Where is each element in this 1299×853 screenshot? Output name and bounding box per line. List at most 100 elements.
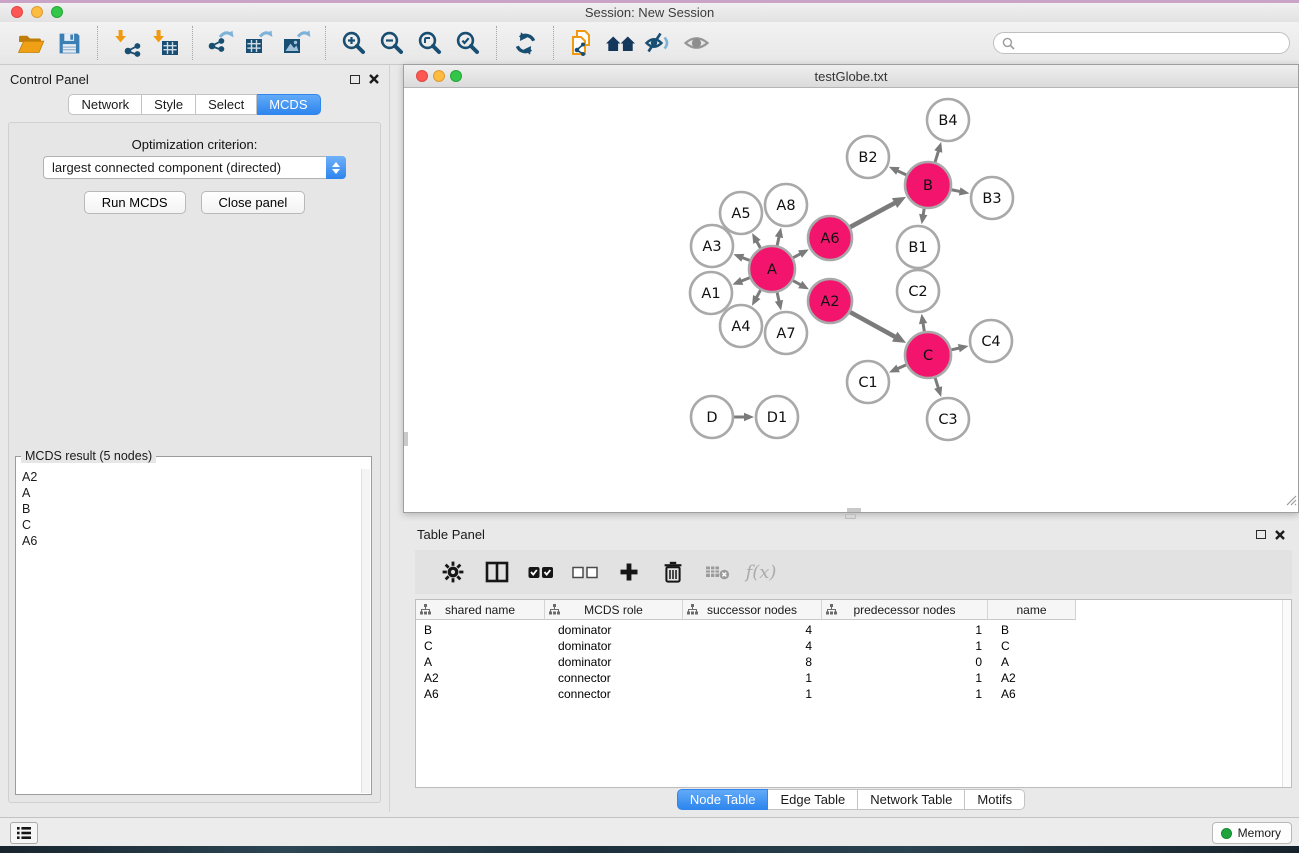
zoom-out-button[interactable]: [373, 25, 411, 61]
delete-column-button[interactable]: [651, 554, 695, 590]
function-builder-button[interactable]: f(x): [739, 554, 783, 590]
node-C1[interactable]: C1: [847, 361, 889, 403]
edge-A-A7[interactable]: [775, 292, 783, 310]
canvas-left-scrollbar[interactable]: [404, 432, 408, 446]
criterion-select[interactable]: largest connected component (directed): [43, 156, 346, 179]
tab-motifs[interactable]: Motifs: [965, 789, 1025, 810]
edge-B-B4[interactable]: [934, 142, 942, 162]
node-A7[interactable]: A7: [765, 312, 807, 354]
cell-name[interactable]: A6: [988, 686, 1076, 702]
select-all-button[interactable]: [519, 554, 563, 590]
node-A4[interactable]: A4: [720, 305, 762, 347]
edge-C-C4[interactable]: [951, 344, 968, 352]
node-A1[interactable]: A1: [690, 272, 732, 314]
column-header-predecessor-nodes[interactable]: predecessor nodes: [822, 600, 988, 620]
cell-successor-nodes[interactable]: 8: [683, 654, 822, 670]
float-panel-icon[interactable]: [350, 75, 360, 84]
splitter-handle[interactable]: [845, 514, 856, 519]
cell-name[interactable]: C: [988, 638, 1076, 654]
hide-panels-button[interactable]: [639, 25, 677, 61]
cell-predecessor-nodes[interactable]: 1: [822, 670, 988, 686]
tab-style[interactable]: Style: [142, 94, 196, 115]
node-C4[interactable]: C4: [970, 320, 1012, 362]
node-B[interactable]: B: [905, 162, 951, 208]
edge-D-D1[interactable]: [734, 413, 754, 421]
zoom-network-button[interactable]: [450, 70, 462, 82]
import-table-button[interactable]: [145, 25, 183, 61]
edge-A6-B[interactable]: [850, 197, 906, 227]
edge-A-A2[interactable]: [793, 281, 809, 290]
cell-successor-nodes[interactable]: 4: [683, 638, 822, 654]
node-B4[interactable]: B4: [927, 99, 969, 141]
edge-A-A8[interactable]: [775, 227, 783, 245]
node-C2[interactable]: C2: [897, 270, 939, 312]
cell-successor-nodes[interactable]: 4: [683, 622, 822, 638]
close-network-button[interactable]: [416, 70, 428, 82]
minimize-window-button[interactable]: [31, 6, 43, 18]
close-window-button[interactable]: [11, 6, 23, 18]
resize-grip-icon[interactable]: [1286, 493, 1297, 511]
cell-name[interactable]: B: [988, 622, 1076, 638]
task-history-button[interactable]: [10, 822, 38, 844]
cell-predecessor-nodes[interactable]: 1: [822, 622, 988, 638]
deselect-all-button[interactable]: [563, 554, 607, 590]
table-scrollbar[interactable]: [1282, 600, 1291, 787]
show-columns-button[interactable]: [475, 554, 519, 590]
node-D1[interactable]: D1: [756, 396, 798, 438]
tab-mcds[interactable]: MCDS: [257, 94, 320, 115]
cell-MCDS-role[interactable]: dominator: [545, 622, 683, 638]
network-canvas[interactable]: B4B2BB3A5A8A6A3B1AC2A1A2A4A7C4CC1DD1C3: [404, 88, 1298, 512]
save-session-button[interactable]: [50, 25, 88, 61]
result-scrollbar[interactable]: [361, 469, 370, 793]
node-A[interactable]: A: [749, 246, 795, 292]
node-C[interactable]: C: [905, 332, 951, 378]
zoom-in-button[interactable]: [335, 25, 373, 61]
edge-C-C3[interactable]: [934, 378, 942, 397]
cell-MCDS-role[interactable]: connector: [545, 686, 683, 702]
table-row[interactable]: A2connector11A2: [416, 670, 1291, 686]
cell-shared-name[interactable]: A: [416, 654, 545, 670]
cell-name[interactable]: A: [988, 654, 1076, 670]
cell-shared-name[interactable]: C: [416, 638, 545, 654]
memory-button[interactable]: Memory: [1212, 822, 1292, 844]
close-mcds-button[interactable]: Close panel: [201, 191, 306, 214]
node-D[interactable]: D: [691, 396, 733, 438]
canvas-bottom-scrollbar[interactable]: [847, 508, 861, 512]
node-B3[interactable]: B3: [971, 177, 1013, 219]
clone-network-button[interactable]: [563, 25, 601, 61]
edge-A-A5[interactable]: [752, 233, 761, 248]
cell-name[interactable]: A2: [988, 670, 1076, 686]
minimize-network-button[interactable]: [433, 70, 445, 82]
edge-B-B3[interactable]: [952, 187, 970, 195]
tab-select[interactable]: Select: [196, 94, 257, 115]
apply-layout-button[interactable]: [506, 25, 544, 61]
node-A8[interactable]: A8: [765, 184, 807, 226]
cell-predecessor-nodes[interactable]: 0: [822, 654, 988, 670]
column-header-name[interactable]: name: [988, 600, 1076, 620]
edge-A-A6[interactable]: [793, 249, 809, 257]
export-image-button[interactable]: [278, 25, 316, 61]
close-panel-icon[interactable]: [1275, 530, 1285, 540]
cell-shared-name[interactable]: B: [416, 622, 545, 638]
result-item[interactable]: B: [22, 501, 360, 517]
float-panel-icon[interactable]: [1256, 530, 1266, 539]
export-network-button[interactable]: [202, 25, 240, 61]
tab-node-table[interactable]: Node Table: [677, 789, 769, 810]
cell-predecessor-nodes[interactable]: 1: [822, 638, 988, 654]
node-B2[interactable]: B2: [847, 136, 889, 178]
show-all-networks-button[interactable]: [601, 25, 639, 61]
export-table-button[interactable]: [240, 25, 278, 61]
zoom-selected-button[interactable]: [449, 25, 487, 61]
add-column-button[interactable]: [607, 554, 651, 590]
cell-shared-name[interactable]: A2: [416, 670, 545, 686]
table-settings-button[interactable]: [431, 554, 475, 590]
node-B1[interactable]: B1: [897, 226, 939, 268]
cell-MCDS-role[interactable]: dominator: [545, 654, 683, 670]
column-header-successor-nodes[interactable]: successor nodes: [683, 600, 822, 620]
cell-successor-nodes[interactable]: 1: [683, 686, 822, 702]
cell-shared-name[interactable]: A6: [416, 686, 545, 702]
cell-MCDS-role[interactable]: dominator: [545, 638, 683, 654]
result-item[interactable]: C: [22, 517, 360, 533]
result-item[interactable]: A: [22, 485, 360, 501]
edge-A-A1[interactable]: [732, 277, 749, 285]
